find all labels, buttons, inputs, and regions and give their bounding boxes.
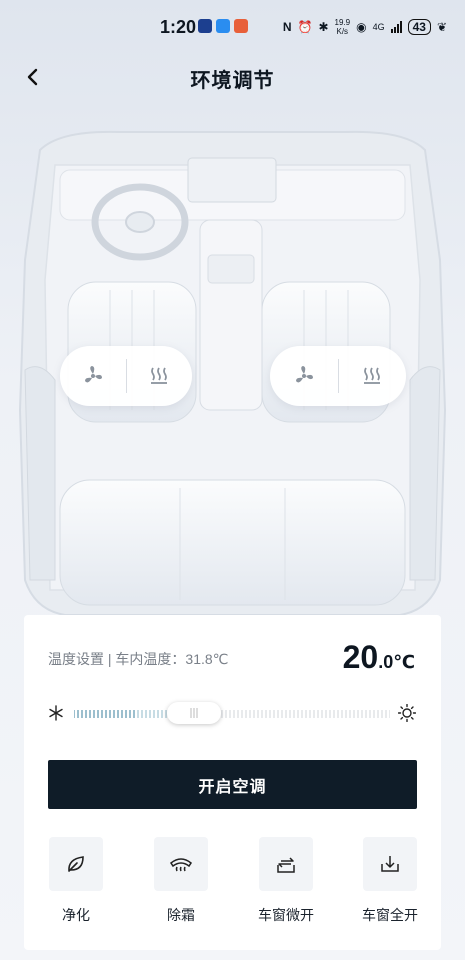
left-seat-heating-button[interactable] [127,346,193,406]
temperature-unit: .0℃ [378,652,415,672]
action-icon-box [49,837,103,891]
signal-icon [390,21,402,33]
action-label: 净化 [62,907,90,923]
window-open-icon [381,856,399,872]
temperature-label: 温度设置 | 车内温度：31.8℃ [48,651,229,667]
header: 环境调节 [0,54,465,100]
status-time: 1:20 [160,17,197,37]
temperature-slider[interactable] [48,701,418,725]
leaf-status-icon: ❦ [436,20,447,34]
alarm-icon: ⏰ [297,20,313,34]
left-seat-controls [60,346,192,406]
action-icon-box [363,837,417,891]
climate-panel: 温度设置 | 车内温度：31.8℃ 20.0℃ 开启空调 净化 除霜 车窗微开 … [24,615,441,950]
temperature-integer: 20 [342,639,379,675]
slider-track[interactable] [74,709,390,719]
fan-icon [84,366,102,383]
page-title: 环境调节 [190,70,275,92]
window-vent-icon [277,857,295,873]
bluetooth-icon: ✱ [318,20,329,34]
seat-heat-icon [364,367,381,384]
leaf-icon [68,856,84,872]
snowflake-icon [49,705,63,721]
defrost-icon [169,858,193,872]
defrost-button[interactable]: 除霜 [141,837,221,925]
network-speed-unit: K/s [336,27,349,36]
right-seat-heating-button[interactable] [339,346,407,406]
hotspot-icon: ◉ [356,20,367,34]
network-type: 4G [372,22,385,32]
window-vent-button[interactable]: 车窗微开 [246,837,326,925]
network-speed: 19.9 K/s [335,18,351,36]
notification-icon [198,19,212,33]
sun-icon [398,704,416,722]
seat-heat-icon [151,367,168,384]
slider-thumb[interactable] [167,702,221,724]
network-speed-value: 19.9 [334,18,351,27]
battery-indicator: 43 [407,19,431,35]
action-icon-box [259,837,313,891]
action-label: 车窗微开 [258,907,314,923]
right-seat-ventilation-button[interactable] [270,346,338,406]
action-icon-box [154,837,208,891]
window-open-button[interactable]: 车窗全开 [350,837,430,925]
ac-power-button[interactable]: 开启空调 [48,760,417,809]
grip-icon [190,708,198,718]
quick-actions: 净化 除霜 车窗微开 车窗全开 [24,837,441,927]
action-label: 车窗全开 [362,907,418,923]
fan-icon [295,366,313,383]
car-interior-illustration [0,110,465,616]
nfc-icon: N [282,20,292,34]
status-icons: N ⏰ ✱ 19.9 K/s ◉ 4G 43 ❦ [283,18,447,36]
left-seat-ventilation-button[interactable] [60,346,126,406]
temperature-setting: 20.0℃ [343,639,415,676]
app-notification-icon [234,19,248,33]
right-seat-controls [270,346,406,406]
status-bar: 1:20 N ⏰ ✱ 19.9 K/s ◉ 4G 43 ❦ [0,0,465,54]
action-label: 除霜 [167,907,195,923]
purify-button[interactable]: 净化 [36,837,116,925]
message-notification-icon [216,19,230,33]
